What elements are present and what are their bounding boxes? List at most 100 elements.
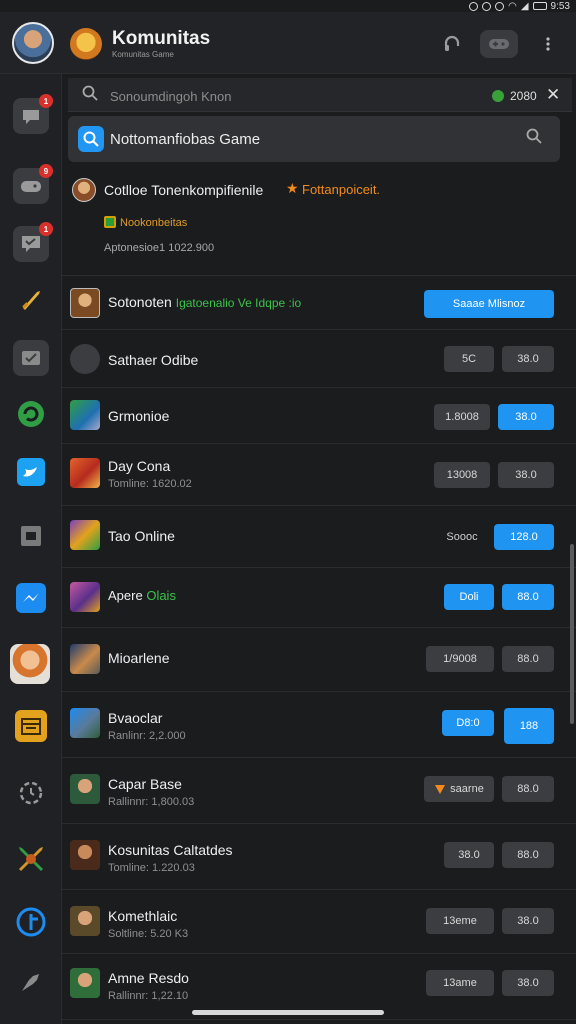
list-item-title: Sotonoten Igatoenalio Ve Idqpe :io <box>108 294 301 310</box>
price-button[interactable]: 38.0 <box>502 970 554 996</box>
notification-icon <box>469 1 479 11</box>
sidebar-item-sword[interactable] <box>13 282 49 318</box>
sidebar-item-square[interactable] <box>13 518 49 554</box>
featured-post[interactable]: Cotlloe Tonenkompifienile ★ Fottanpoicei… <box>62 166 576 276</box>
stat-button[interactable]: Doli <box>444 584 494 610</box>
check-icon <box>22 351 40 365</box>
gamepad-icon <box>21 181 41 192</box>
list-item[interactable]: Apere Olais Doli 88.0 <box>62 568 576 628</box>
sidebar-item-refresh[interactable] <box>13 396 49 432</box>
list-item-title: Grmonioe <box>108 408 170 424</box>
notification-icon <box>482 1 492 11</box>
headset-icon[interactable] <box>440 32 464 56</box>
list-item[interactable]: Sathaer Odibe 5C 38.0 <box>62 330 576 388</box>
close-icon[interactable]: ✕ <box>546 85 560 105</box>
price-button[interactable]: 38.0 <box>498 404 554 430</box>
list-item-title: Kosunitas Caltatdes <box>108 842 233 858</box>
price-button[interactable]: 38.0 <box>502 346 554 372</box>
sidebar-item-timer[interactable] <box>13 774 49 810</box>
sidebar-item-chat[interactable]: 1 <box>13 94 53 134</box>
list-item[interactable]: Kosunitas Caltatdes Tomline: 1.220.03 38… <box>62 824 576 890</box>
sidebar-item-bird[interactable] <box>13 454 49 490</box>
featured-highlight[interactable]: Fottanpoiceit. <box>302 182 380 197</box>
sidebar-item-fight[interactable] <box>13 840 49 876</box>
stat-button[interactable]: saarne <box>424 776 494 802</box>
stat-button[interactable]: 13ame <box>426 970 494 996</box>
game-avatar <box>70 774 100 804</box>
gamepad-icon[interactable] <box>480 30 518 58</box>
price-button[interactable]: 38.0 <box>502 908 554 934</box>
stat-button[interactable]: D8:0 <box>442 710 494 736</box>
list-item[interactable]: Grmonioe 1.8008 38.0 <box>62 388 576 444</box>
price-button[interactable]: 88.0 <box>502 646 554 672</box>
game-icon <box>70 708 100 738</box>
game-icon <box>70 458 100 488</box>
chat-icon <box>23 110 39 124</box>
price-button[interactable]: 128.0 <box>494 524 554 550</box>
price-button[interactable]: 188 <box>504 708 554 744</box>
sidebar-item-add[interactable] <box>13 904 49 940</box>
stat-button[interactable]: 1/9008 <box>426 646 494 672</box>
sidebar-item-messages[interactable]: 1 <box>13 222 53 262</box>
list-item-subtitle: Ranlinr: 2,2.000 <box>108 730 186 742</box>
sidebar-item-pin[interactable] <box>13 964 49 1000</box>
price-button[interactable]: 88.0 <box>502 776 554 802</box>
price-button[interactable]: 88.0 <box>502 584 554 610</box>
message-icon <box>22 236 40 252</box>
stat-button[interactable]: 38.0 <box>444 842 494 868</box>
price-button[interactable]: 38.0 <box>498 462 554 488</box>
search-icon[interactable] <box>526 128 542 149</box>
list-item-title: Mioarlene <box>108 650 170 666</box>
list-item-subtitle: Rallinnr: 1,22.10 <box>108 990 189 1002</box>
user-avatar[interactable] <box>12 22 54 64</box>
game-search-field[interactable]: Nottomanfiobas Game <box>68 116 560 162</box>
search-bar[interactable]: Sonoumdingoh Knon 2080 ✕ <box>68 78 572 112</box>
page-subtitle: Komunitas Game <box>112 50 174 59</box>
notification-badge: 1 <box>39 94 53 108</box>
list-item[interactable]: Capar Base Rallinnr: 1,800.03 saarne 88.… <box>62 758 576 824</box>
game-icon <box>70 400 100 430</box>
sidebar-item-character[interactable] <box>10 644 50 684</box>
star-icon: ★ <box>286 180 299 196</box>
sidebar-item-calendar[interactable] <box>13 708 49 744</box>
stat-button[interactable]: Soooc <box>434 524 490 550</box>
list-item-title: Tao Online <box>108 528 175 544</box>
list-item[interactable]: Bvaoclar Ranlinr: 2,2.000 D8:0 188 <box>62 692 576 758</box>
search-input[interactable]: Sonoumdingoh Knon <box>110 89 231 104</box>
signal-icon: ◢ <box>520 0 529 12</box>
list-item-subtitle: Rallinnr: 1,800.03 <box>108 796 195 808</box>
list-item[interactable]: Sotonoten Igatoenalio Ve Idqpe :io Saaae… <box>62 276 576 330</box>
notification-badge: 1 <box>39 222 53 236</box>
tag-icon <box>104 216 116 228</box>
search-icon <box>82 85 98 106</box>
list-item[interactable]: Komethlaic Soltline: 5.20 K3 13eme 38.0 <box>62 890 576 954</box>
list-item[interactable]: Day Cona Tomline: 1620.02 13008 38.0 <box>62 444 576 506</box>
stat-button[interactable]: 13eme <box>426 908 494 934</box>
list-item-subtitle: Tomline: 1.220.03 <box>108 862 195 874</box>
list-item-name: Apere <box>108 588 143 603</box>
sidebar-item-games[interactable]: 9 <box>13 164 53 204</box>
page-title: Komunitas <box>112 28 211 49</box>
home-indicator[interactable] <box>192 1010 384 1015</box>
stat-button-label: saarne <box>450 783 484 795</box>
wifi-icon: ◠ <box>508 0 517 12</box>
stat-button[interactable]: 13008 <box>434 462 490 488</box>
more-vert-icon[interactable] <box>536 32 560 56</box>
list-item[interactable]: Mioarlene 1/9008 88.0 <box>62 628 576 692</box>
price-button[interactable]: 88.0 <box>502 842 554 868</box>
list-item[interactable]: Tao Online Soooc 128.0 <box>62 506 576 568</box>
sword-icon <box>22 291 40 310</box>
community-logo <box>70 28 102 60</box>
clock-icon <box>19 781 43 805</box>
scrollbar[interactable] <box>570 544 574 724</box>
stat-button[interactable]: 1.8008 <box>434 404 490 430</box>
featured-tag[interactable]: Nookonbeitas <box>120 217 187 229</box>
search-button[interactable] <box>78 126 104 152</box>
join-button[interactable]: Saaae Mlisnoz <box>424 290 554 318</box>
sidebar-item-tasks[interactable] <box>13 340 49 376</box>
sidebar-item-messenger[interactable] <box>13 580 49 616</box>
game-icon <box>70 520 100 550</box>
featured-title: Cotlloe Tonenkompifienile <box>104 182 264 198</box>
stat-button[interactable]: 5C <box>444 346 494 372</box>
list-item-subtitle: Soltline: 5.20 K3 <box>108 928 189 940</box>
